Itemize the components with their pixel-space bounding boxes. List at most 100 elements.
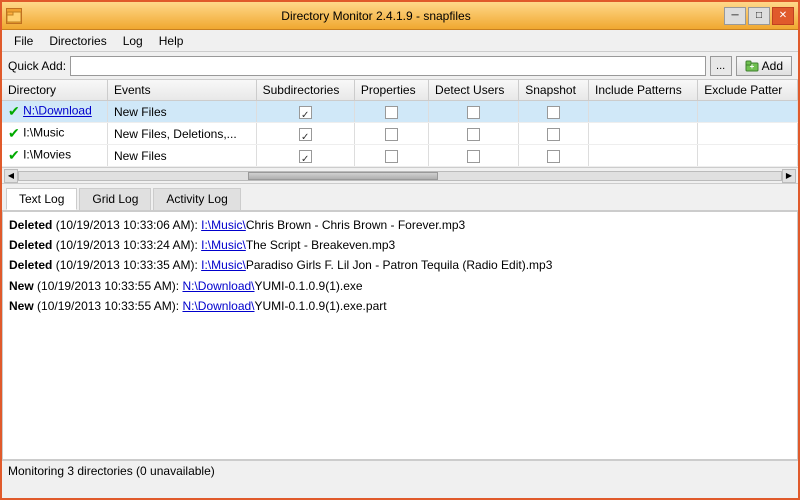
properties-checkbox[interactable] bbox=[385, 106, 398, 119]
scrollbar-thumb[interactable] bbox=[248, 172, 439, 180]
log-timestamp: (10/19/2013 10:33:55 AM): bbox=[37, 279, 182, 293]
scrollbar-track[interactable] bbox=[18, 171, 782, 181]
log-timestamp: (10/19/2013 10:33:55 AM): bbox=[37, 299, 182, 313]
detect-users-checkbox[interactable] bbox=[467, 128, 480, 141]
exclude-patterns-cell bbox=[698, 123, 798, 145]
log-type: Deleted bbox=[9, 258, 52, 272]
log-path-link[interactable]: N:\Download\ bbox=[182, 299, 254, 313]
status-icon: ✔ bbox=[8, 125, 20, 141]
properties-cell bbox=[354, 145, 428, 167]
detect-users-cell bbox=[429, 123, 519, 145]
menu-log[interactable]: Log bbox=[115, 32, 151, 50]
log-type: Deleted bbox=[9, 238, 52, 252]
directory-table-container: Directory Events Subdirectories Properti… bbox=[2, 80, 798, 168]
close-button[interactable]: ✕ bbox=[772, 7, 794, 25]
svg-text:+: + bbox=[749, 62, 754, 71]
log-entry: Deleted (10/19/2013 10:33:06 AM): I:\Mus… bbox=[9, 216, 791, 235]
menu-directories[interactable]: Directories bbox=[41, 32, 114, 50]
properties-cell bbox=[354, 123, 428, 145]
status-icon: ✔ bbox=[8, 103, 20, 119]
exclude-patterns-cell bbox=[698, 101, 798, 123]
col-directory: Directory bbox=[2, 80, 107, 101]
col-exclude-patterns: Exclude Patter bbox=[698, 80, 798, 101]
table-row[interactable]: ✔ N:\Download New Files bbox=[2, 101, 798, 123]
subdirectories-cell bbox=[256, 123, 354, 145]
log-entry: New (10/19/2013 10:33:55 AM): N:\Downloa… bbox=[9, 297, 791, 316]
table-row[interactable]: ✔ I:\Movies New Files bbox=[2, 145, 798, 167]
maximize-button[interactable]: □ bbox=[748, 7, 770, 25]
menu-bar: File Directories Log Help bbox=[2, 30, 798, 52]
snapshot-cell bbox=[519, 145, 589, 167]
log-path-link[interactable]: I:\Music\ bbox=[201, 258, 246, 272]
tab-text-log[interactable]: Text Log bbox=[6, 188, 77, 210]
tab-activity-log[interactable]: Activity Log bbox=[153, 188, 240, 210]
log-filename: Paradiso Girls F. Lil Jon - Patron Tequi… bbox=[246, 258, 553, 272]
subdirectories-checkbox[interactable] bbox=[299, 106, 312, 119]
horizontal-scrollbar[interactable]: ◀ ▶ bbox=[2, 168, 798, 184]
status-bar: Monitoring 3 directories (0 unavailable) bbox=[2, 460, 798, 480]
snapshot-checkbox[interactable] bbox=[547, 106, 560, 119]
properties-checkbox[interactable] bbox=[385, 128, 398, 141]
log-filename: The Script - Breakeven.mp3 bbox=[246, 238, 395, 252]
add-button[interactable]: + Add bbox=[736, 56, 792, 76]
table-body: ✔ N:\Download New Files ✔ I:\Music bbox=[2, 101, 798, 167]
app-icon bbox=[6, 8, 22, 24]
quick-add-label: Quick Add: bbox=[8, 59, 66, 73]
table-row[interactable]: ✔ I:\Music New Files, Deletions,... bbox=[2, 123, 798, 145]
log-timestamp: (10/19/2013 10:33:06 AM): bbox=[56, 218, 201, 232]
detect-users-cell bbox=[429, 101, 519, 123]
exclude-patterns-cell bbox=[698, 145, 798, 167]
events-cell: New Files, Deletions,... bbox=[107, 123, 256, 145]
add-icon: + bbox=[745, 59, 759, 73]
properties-checkbox[interactable] bbox=[385, 150, 398, 163]
minimize-button[interactable]: ─ bbox=[724, 7, 746, 25]
log-filename: YUMI-0.1.0.9(1).exe bbox=[255, 279, 363, 293]
include-patterns-cell bbox=[589, 145, 698, 167]
detect-users-checkbox[interactable] bbox=[467, 150, 480, 163]
detect-users-checkbox[interactable] bbox=[467, 106, 480, 119]
log-type: New bbox=[9, 279, 34, 293]
properties-cell bbox=[354, 101, 428, 123]
col-detect-users: Detect Users bbox=[429, 80, 519, 101]
status-text: Monitoring 3 directories (0 unavailable) bbox=[8, 464, 215, 478]
subdirectories-checkbox[interactable] bbox=[299, 150, 312, 163]
quick-add-input[interactable] bbox=[70, 56, 706, 76]
quick-add-bar: Quick Add: ... + Add bbox=[2, 52, 798, 80]
log-filename: Chris Brown - Chris Brown - Forever.mp3 bbox=[246, 218, 465, 232]
log-type: Deleted bbox=[9, 218, 52, 232]
log-timestamp: (10/19/2013 10:33:35 AM): bbox=[56, 258, 201, 272]
window-title: Directory Monitor 2.4.1.9 - snapfiles bbox=[28, 9, 724, 23]
subdirectories-checkbox[interactable] bbox=[299, 128, 312, 141]
log-filename: YUMI-0.1.0.9(1).exe.part bbox=[255, 299, 387, 313]
snapshot-checkbox[interactable] bbox=[547, 128, 560, 141]
dir-path: I:\Music bbox=[23, 126, 64, 140]
col-events: Events bbox=[107, 80, 256, 101]
subdirectories-cell bbox=[256, 101, 354, 123]
log-entry: Deleted (10/19/2013 10:33:24 AM): I:\Mus… bbox=[9, 236, 791, 255]
snapshot-cell bbox=[519, 123, 589, 145]
snapshot-cell bbox=[519, 101, 589, 123]
log-type: New bbox=[9, 299, 34, 313]
dir-path: I:\Movies bbox=[23, 148, 71, 162]
status-icon: ✔ bbox=[8, 147, 20, 163]
menu-file[interactable]: File bbox=[6, 32, 41, 50]
log-path-link[interactable]: I:\Music\ bbox=[201, 218, 246, 232]
browse-button[interactable]: ... bbox=[710, 56, 732, 76]
log-section: Text Log Grid Log Activity Log Deleted (… bbox=[2, 184, 798, 460]
events-cell: New Files bbox=[107, 101, 256, 123]
title-bar: Directory Monitor 2.4.1.9 - snapfiles ─ … bbox=[2, 2, 798, 30]
menu-help[interactable]: Help bbox=[151, 32, 192, 50]
log-timestamp: (10/19/2013 10:33:24 AM): bbox=[56, 238, 201, 252]
directory-table: Directory Events Subdirectories Properti… bbox=[2, 80, 798, 167]
window-controls[interactable]: ─ □ ✕ bbox=[724, 7, 794, 25]
subdirectories-cell bbox=[256, 145, 354, 167]
log-path-link[interactable]: N:\Download\ bbox=[182, 279, 254, 293]
include-patterns-cell bbox=[589, 101, 698, 123]
dir-cell: ✔ I:\Movies bbox=[2, 145, 107, 167]
snapshot-checkbox[interactable] bbox=[547, 150, 560, 163]
scroll-right-button[interactable]: ▶ bbox=[782, 169, 796, 183]
log-entry: Deleted (10/19/2013 10:33:35 AM): I:\Mus… bbox=[9, 256, 791, 275]
scroll-left-button[interactable]: ◀ bbox=[4, 169, 18, 183]
tab-grid-log[interactable]: Grid Log bbox=[79, 188, 151, 210]
log-path-link[interactable]: I:\Music\ bbox=[201, 238, 246, 252]
